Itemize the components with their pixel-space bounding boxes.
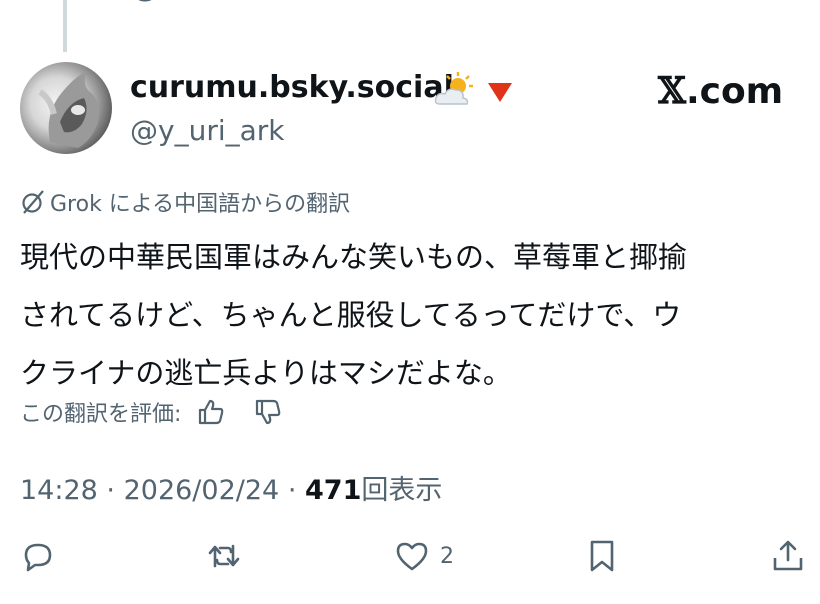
thumbs-up-icon[interactable] [196,397,226,427]
like-icon[interactable] [418,0,448,6]
reply-icon [24,543,52,572]
tweet-line: されてるけど、ちゃんと服役してるってだけで、ウ [20,298,682,332]
tweet-text: 現代の中華民国軍はみんな笑いもの、草莓軍と揶揄 されてるけど、ちゃんと服役してる… [20,228,800,402]
author-display-name[interactable]: curumu.bsky.social [130,70,454,105]
retweet-icon[interactable] [275,0,315,6]
tweet-line: 現代の中華民国軍はみんな笑いもの、草莓軍と揶揄 [20,240,688,274]
like-button[interactable]: 2 [394,536,454,576]
retweet-button[interactable] [206,536,242,576]
previous-tweet-action-bar [0,0,820,10]
retweet-icon [208,544,240,568]
red-triangle-icon [488,83,512,102]
brand-logo: 𝕏.com [658,70,783,112]
share-icon[interactable] [786,0,810,6]
tweet-meta: 14:28 · 2026/02/24 · 471回表示 [20,468,442,507]
rate-translation-label: この翻訳を評価: [20,402,182,427]
grok-icon [22,190,44,214]
translation-label: Grok による中国語からの翻訳 [50,192,351,217]
views-label: 回表示 [361,475,443,506]
views-count[interactable]: 471 [305,475,361,506]
meta-separator: · [106,475,115,506]
bookmark-icon[interactable] [705,0,735,6]
bookmark-button[interactable] [584,536,620,576]
translation-notice: Grok による中国語からの翻訳 [20,186,350,218]
tweet-action-bar: 2 [0,530,820,580]
rate-translation-row: この翻訳を評価: [20,396,283,428]
reply-button[interactable] [20,536,56,576]
reply-icon[interactable] [130,0,160,6]
weather-sun-cloud-icon [434,72,473,105]
avatar-figure-icon [38,72,99,148]
heart-icon [396,542,428,571]
like-count: 2 [440,543,454,569]
tweet-date[interactable]: 2026/02/24 [124,475,280,506]
x-logo-icon: 𝕏 [658,70,686,112]
share-button[interactable] [770,536,806,576]
avatar[interactable] [20,62,112,154]
share-icon [773,540,803,571]
tweet-line: クライナの逃亡兵よりはマシだよな。 [20,356,512,390]
views-icon[interactable] [562,0,592,6]
tweet-time[interactable]: 14:28 [20,475,98,506]
author-handle[interactable]: @y_uri_ark [130,114,285,147]
bookmark-icon [590,540,614,572]
meta-separator: · [287,475,297,506]
thumbs-down-icon[interactable] [253,397,283,427]
brand-suffix: .com [685,71,784,112]
